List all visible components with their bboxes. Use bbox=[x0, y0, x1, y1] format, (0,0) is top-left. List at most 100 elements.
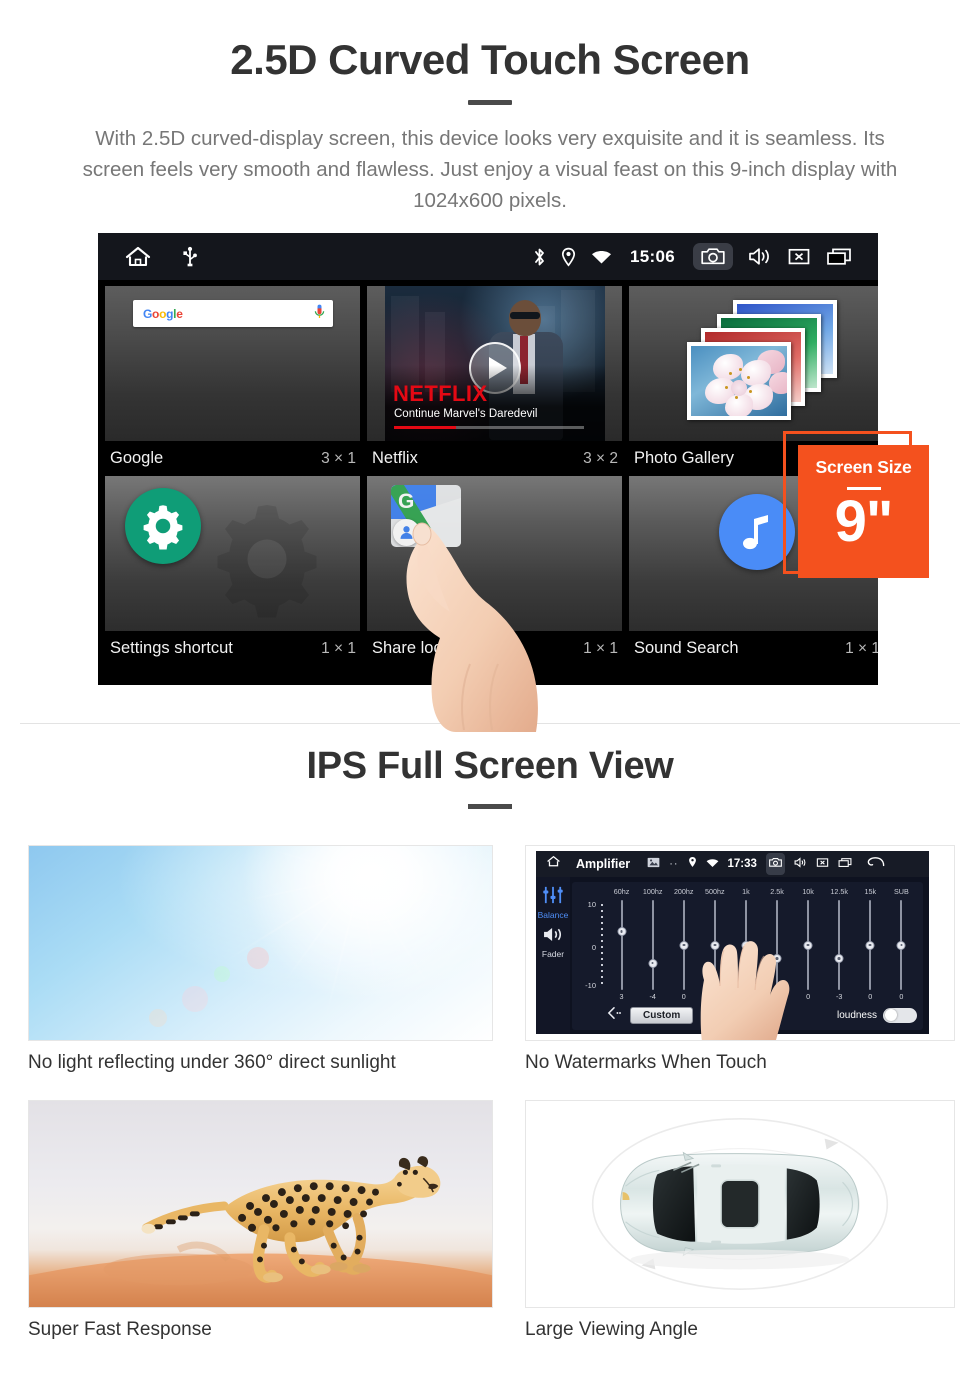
google-search-bar[interactable]: Google bbox=[133, 300, 333, 327]
eq-knob[interactable] bbox=[617, 927, 627, 936]
touching-hand-illustration bbox=[690, 930, 808, 1040]
feature-card-fast-response[interactable]: Super Fast Response bbox=[28, 1100, 493, 1340]
band-value: 0 bbox=[868, 992, 873, 1001]
band-label: SUB bbox=[894, 887, 909, 896]
eq-slider-60hz[interactable] bbox=[606, 900, 637, 990]
location-pin-icon[interactable] bbox=[688, 855, 697, 873]
eq-track bbox=[651, 900, 654, 990]
eq-knob[interactable] bbox=[679, 940, 689, 950]
gallery-icon[interactable] bbox=[647, 855, 660, 873]
page-dot-active[interactable] bbox=[508, 675, 530, 679]
widget-label: Share location bbox=[372, 639, 478, 657]
google-widget-preview[interactable]: Google bbox=[105, 286, 360, 441]
eq-knob[interactable] bbox=[865, 940, 875, 950]
chevron-left-icon[interactable] bbox=[606, 1006, 622, 1024]
band-label: 60hz bbox=[613, 887, 630, 896]
eq-knob[interactable] bbox=[648, 958, 658, 968]
curved-screen-section: 2.5D Curved Touch Screen With 2.5D curve… bbox=[0, 0, 980, 732]
photo-gallery-widget-preview[interactable] bbox=[629, 286, 878, 441]
google-maps-icon[interactable]: G bbox=[391, 485, 461, 547]
wifi-icon[interactable] bbox=[706, 855, 719, 873]
camera-icon[interactable] bbox=[693, 243, 733, 270]
band-label: 15k bbox=[864, 887, 877, 896]
widget-row-1: Google Google 3 × 1 NETFLIX Continue Mar… bbox=[105, 286, 878, 476]
recents-icon[interactable] bbox=[826, 247, 852, 266]
loudness-control[interactable]: loudness bbox=[836, 1007, 917, 1023]
widget-card-netflix[interactable]: NETFLIX Continue Marvel's Daredevil Netf… bbox=[367, 286, 622, 476]
eq-slider-12.5k[interactable] bbox=[824, 900, 855, 990]
page-dot[interactable] bbox=[446, 675, 468, 679]
ips-title-underline bbox=[468, 804, 512, 809]
section-divider bbox=[20, 723, 960, 724]
band-labels: 60hz 100hz 200hz 500hz 1k 2.5k 10k 12.5k… bbox=[606, 887, 917, 897]
google-logo: Google bbox=[143, 306, 183, 321]
netflix-logo: NETFLIX bbox=[393, 381, 488, 406]
amplifier-body: Balance Fader 10 0 -10 60hz 100hz 200hz … bbox=[536, 877, 929, 1040]
device-clock: 15:06 bbox=[630, 246, 675, 266]
home-icon[interactable] bbox=[124, 245, 152, 269]
close-box-icon[interactable] bbox=[787, 247, 811, 266]
page-dot[interactable] bbox=[477, 675, 499, 679]
eq-knob[interactable] bbox=[834, 953, 844, 963]
volume-icon[interactable] bbox=[794, 855, 807, 873]
amplifier-clock: 17:33 bbox=[727, 858, 757, 870]
settings-widget-preview[interactable] bbox=[105, 476, 360, 631]
widget-row-2: Settings shortcut 1 × 1 G Share location… bbox=[105, 476, 878, 666]
sliders-icon[interactable] bbox=[536, 883, 570, 909]
amplifier-status-bar: Amplifier ·· 17:33 bbox=[536, 851, 929, 877]
band-label: 100hz bbox=[642, 887, 663, 896]
eq-knob[interactable] bbox=[896, 940, 906, 950]
feature-caption: Large Viewing Angle bbox=[525, 1319, 698, 1340]
band-label: 12.5k bbox=[830, 887, 848, 896]
feature-card-viewing-angle[interactable]: Large Viewing Angle bbox=[525, 1100, 955, 1340]
location-pin-icon[interactable] bbox=[561, 247, 576, 267]
balance-label[interactable]: Balance bbox=[536, 910, 570, 920]
speaker-icon[interactable] bbox=[536, 926, 570, 948]
wifi-icon[interactable] bbox=[591, 249, 612, 265]
netflix-subtitle: Continue Marvel's Daredevil bbox=[394, 408, 538, 420]
widget-card-google[interactable]: Google Google 3 × 1 bbox=[105, 286, 360, 476]
loudness-label: loudness bbox=[836, 1009, 877, 1021]
microphone-icon[interactable] bbox=[314, 304, 325, 324]
scale-bottom: -10 bbox=[585, 981, 596, 990]
share-location-widget-preview[interactable]: G bbox=[367, 476, 622, 631]
feature-card-sunlight[interactable]: No light reflecting under 360° direct su… bbox=[28, 845, 493, 1073]
band-value: -3 bbox=[836, 992, 843, 1001]
home-icon[interactable] bbox=[546, 855, 561, 873]
feature-caption: Super Fast Response bbox=[28, 1319, 212, 1340]
band-value: -4 bbox=[649, 992, 656, 1001]
close-box-icon[interactable] bbox=[816, 855, 829, 873]
band-label: 500hz bbox=[705, 887, 725, 896]
recents-icon[interactable] bbox=[838, 855, 852, 873]
netflix-widget-preview[interactable]: NETFLIX Continue Marvel's Daredevil bbox=[367, 286, 622, 441]
widget-card-settings[interactable]: Settings shortcut 1 × 1 bbox=[105, 476, 360, 666]
fader-label[interactable]: Fader bbox=[536, 949, 570, 959]
page-title: 2.5D Curved Touch Screen bbox=[230, 36, 750, 83]
preset-custom-button[interactable]: Custom bbox=[630, 1006, 694, 1024]
feature-caption: No light reflecting under 360° direct su… bbox=[28, 1052, 396, 1073]
amplifier-equalizer-screen: Amplifier ·· 17:33 Balance Fader 10 0 -1… bbox=[525, 845, 955, 1041]
more-icon[interactable]: ·· bbox=[669, 858, 678, 870]
loudness-toggle[interactable] bbox=[883, 1007, 917, 1023]
feature-card-no-watermarks[interactable]: Amplifier ·· 17:33 Balance Fader 10 0 -1… bbox=[525, 845, 955, 1073]
eq-slider-15k[interactable] bbox=[855, 900, 886, 990]
equalizer-panel: 10 0 -10 60hz 100hz 200hz 500hz 1k 2.5k … bbox=[572, 882, 923, 1040]
camera-icon[interactable] bbox=[765, 853, 785, 875]
eq-slider-sub[interactable] bbox=[886, 900, 917, 990]
blossom-photo bbox=[687, 342, 791, 420]
title-underline bbox=[468, 100, 512, 105]
eq-slider-100hz[interactable] bbox=[637, 900, 668, 990]
usb-icon[interactable] bbox=[182, 246, 198, 268]
feature-caption: No Watermarks When Touch bbox=[525, 1052, 767, 1073]
widget-size: 3 × 2 bbox=[583, 449, 618, 467]
widget-grid: Google Google 3 × 1 NETFLIX Continue Mar… bbox=[98, 280, 878, 685]
volume-icon[interactable] bbox=[748, 247, 772, 266]
bluetooth-icon[interactable] bbox=[533, 247, 546, 267]
scale-mid: 0 bbox=[591, 943, 596, 953]
page-indicator[interactable] bbox=[105, 666, 871, 685]
widget-card-share-location[interactable]: G Share location 1 × 1 bbox=[367, 476, 622, 666]
eq-track bbox=[838, 900, 841, 990]
gear-icon[interactable] bbox=[125, 488, 201, 564]
maps-g-letter: G bbox=[398, 490, 415, 513]
back-arrow-icon[interactable] bbox=[867, 855, 885, 873]
